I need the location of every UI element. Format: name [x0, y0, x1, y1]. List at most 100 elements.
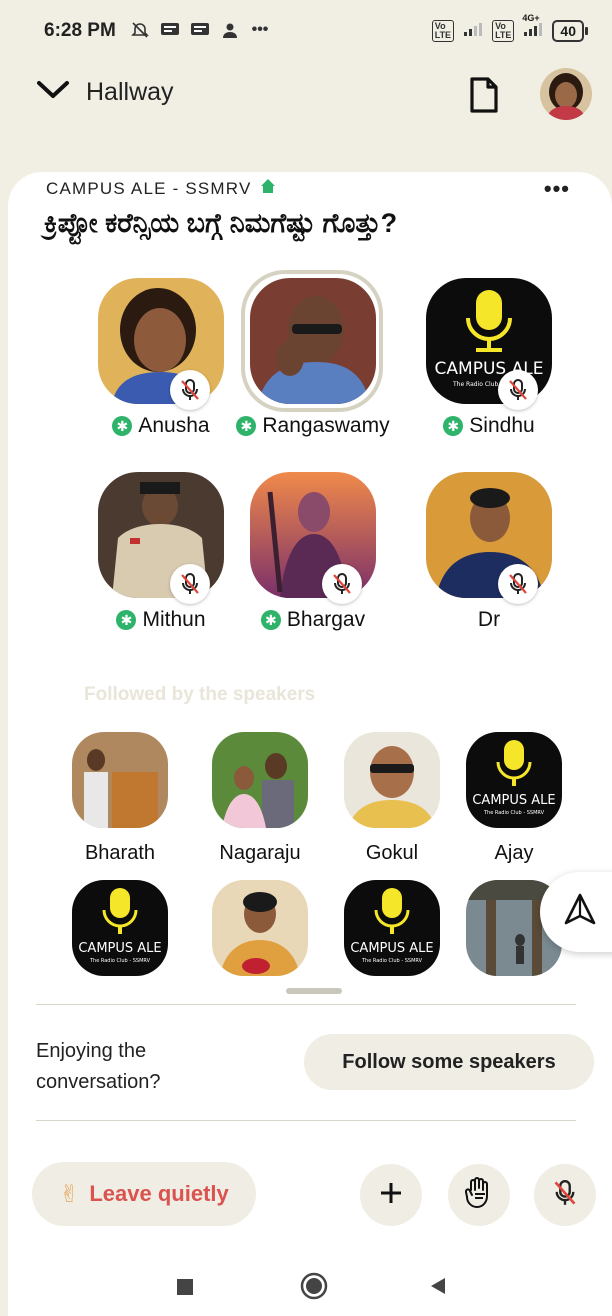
home-button[interactable] — [300, 1272, 328, 1305]
speaker-tile[interactable]: ✱ Mithun — [76, 472, 246, 632]
logo-text: CAMPUS ALE — [78, 941, 161, 956]
mic-muted-icon — [170, 370, 210, 410]
hallway-label: Hallway — [86, 78, 174, 106]
recent-apps-button[interactable] — [176, 1278, 194, 1301]
logo-subtext: The Radio Club - SSMRV — [483, 810, 545, 816]
enjoy-prompt: Enjoying the conversation? — [36, 1040, 161, 1093]
room-header: Hallway — [0, 64, 612, 164]
listener-tile[interactable]: CAMPUS ALE The Radio Club - SSMRV Ajay — [454, 732, 574, 865]
signal-icon — [462, 21, 484, 42]
listener-tile[interactable]: Gokul — [332, 732, 452, 865]
volte-icon-2: Vo LTE — [492, 20, 515, 42]
listener-avatar — [212, 880, 308, 976]
volte-icon: Vo LTE — [431, 20, 455, 42]
add-button[interactable] — [360, 1164, 422, 1226]
system-nav-bar — [0, 1256, 612, 1316]
battery-indicator: 40 — [552, 20, 588, 42]
listener-avatar — [344, 732, 440, 828]
moderator-badge-icon: ✱ — [116, 610, 137, 630]
mic-muted-icon — [498, 370, 538, 410]
speaker-name-row: Dr — [404, 608, 574, 632]
notification-icons: ••• — [130, 21, 270, 38]
listener-tile[interactable]: Bharath — [60, 732, 180, 865]
listener-avatar: CAMPUS ALE The Radio Club - SSMRV — [344, 880, 440, 976]
mic-muted-icon — [170, 564, 210, 604]
mic-muted-icon — [498, 564, 538, 604]
room-card: CAMPUS ALE - SSMRV ••• ಕ್ರಿಪ್ಟೋ ಕರೆನ್ಸಿಯ… — [8, 172, 612, 1316]
speaker-name: Mithun — [142, 608, 206, 631]
moderator-badge-icon: ✱ — [260, 610, 281, 630]
mic-toggle-button[interactable] — [534, 1164, 596, 1226]
divider — [36, 1004, 576, 1005]
listener-avatar — [72, 732, 168, 828]
room-title: ಕ್ರಿಪ್ಟೋ ಕರೆನ್ಸಿಯ ಬಗ್ಗೆ ನಿಮಗೆಷ್ಟು ಗೊತ್ತು… — [44, 208, 398, 238]
more-notifications-icon: ••• — [251, 21, 269, 38]
share-button[interactable] — [540, 872, 612, 952]
network-type: 4G+ — [522, 12, 540, 23]
speaker-name: Dr — [477, 608, 501, 631]
listener-tile[interactable]: CAMPUS ALE The Radio Club - SSMRV — [60, 880, 180, 976]
speaker-name: Bhargav — [286, 608, 366, 631]
followed-section-label: Followed by the speakers — [84, 684, 316, 705]
logo-text: CAMPUS ALE — [472, 793, 555, 808]
status-time: 6:28 PM — [44, 20, 116, 41]
listener-tile[interactable]: Nagaraju — [200, 732, 320, 865]
speaker-name: Sindhu — [469, 414, 535, 437]
moderator-badge-icon: ✱ — [112, 416, 133, 436]
alarm-off-icon — [130, 22, 150, 38]
divider — [36, 1120, 576, 1121]
home-icon — [260, 178, 276, 199]
status-bar: 6:28 PM ••• Vo LTE Vo LTE 4G+ 40 — [0, 0, 612, 64]
moderator-badge-icon: ✱ — [443, 416, 464, 436]
listener-tile[interactable]: CAMPUS ALE The Radio Club - SSMRV — [332, 880, 452, 976]
send-icon — [562, 892, 598, 933]
leave-label: Leave quietly — [89, 1181, 229, 1206]
listener-avatar — [212, 732, 308, 828]
more-options-button[interactable]: ••• — [544, 176, 570, 202]
follow-speakers-button[interactable]: Follow some speakers — [304, 1034, 594, 1090]
profile-avatar[interactable] — [540, 68, 592, 120]
speaker-tile[interactable]: CAMPUS ALE The Radio Club - SSMRV ✱ Sindh… — [404, 278, 574, 438]
logo-subtext: The Radio Club - SSMRV — [89, 958, 151, 964]
listener-avatar: CAMPUS ALE The Radio Club - SSMRV — [466, 732, 562, 828]
document-icon[interactable] — [468, 76, 500, 119]
logo-text: CAMPUS ALE — [350, 941, 433, 956]
speaker-tile[interactable]: Dr — [404, 472, 574, 632]
moderator-badge-icon: ✱ — [236, 416, 257, 436]
speaker-avatar — [250, 278, 376, 404]
person-icon — [220, 22, 240, 38]
raise-hand-icon — [463, 1176, 495, 1215]
speaker-tile[interactable]: ✱ Rangaswamy — [228, 270, 398, 438]
plus-icon — [377, 1179, 405, 1212]
speaker-name: Rangaswamy — [262, 414, 390, 437]
listener-name: Ajay — [494, 842, 534, 864]
hallway-button[interactable]: Hallway — [36, 78, 174, 107]
speaker-name-row: ✱ Bhargav — [228, 608, 398, 632]
speaker-tile[interactable]: ✱ Anusha — [76, 278, 246, 438]
speaker-tile[interactable]: ✱ Bhargav — [228, 472, 398, 632]
club-line[interactable]: CAMPUS ALE - SSMRV — [46, 178, 276, 199]
listener-name: Gokul — [365, 842, 419, 864]
logo-subtext: The Radio Club - SSMRV — [361, 958, 423, 964]
status-right: Vo LTE Vo LTE 4G+ 40 — [431, 13, 588, 42]
drawer-handle[interactable] — [286, 988, 342, 994]
message-icon — [160, 22, 180, 38]
raise-hand-button[interactable] — [448, 1164, 510, 1226]
message-icon-2 — [190, 22, 210, 38]
mic-muted-icon — [322, 564, 362, 604]
leave-quietly-button[interactable]: ✌ Leave quietly — [32, 1162, 256, 1226]
listener-name: Bharath — [84, 842, 156, 864]
club-name: CAMPUS ALE - SSMRV — [46, 178, 252, 198]
chevron-down-icon — [36, 79, 70, 106]
speaker-name-row: ✱ Mithun — [76, 608, 246, 632]
listener-name: Nagaraju — [219, 842, 301, 864]
speaker-name-row: ✱ Anusha — [76, 414, 246, 438]
speaker-name: Anusha — [138, 414, 210, 437]
listener-tile[interactable] — [200, 880, 320, 976]
listener-avatar: CAMPUS ALE The Radio Club - SSMRV — [72, 880, 168, 976]
speaker-name-row: ✱ Sindhu — [404, 414, 574, 438]
speaker-name-row: ✱ Rangaswamy — [228, 414, 398, 438]
back-button[interactable] — [428, 1276, 448, 1301]
mic-muted-icon — [552, 1178, 578, 1213]
peace-hand-icon: ✌ — [59, 1180, 80, 1208]
